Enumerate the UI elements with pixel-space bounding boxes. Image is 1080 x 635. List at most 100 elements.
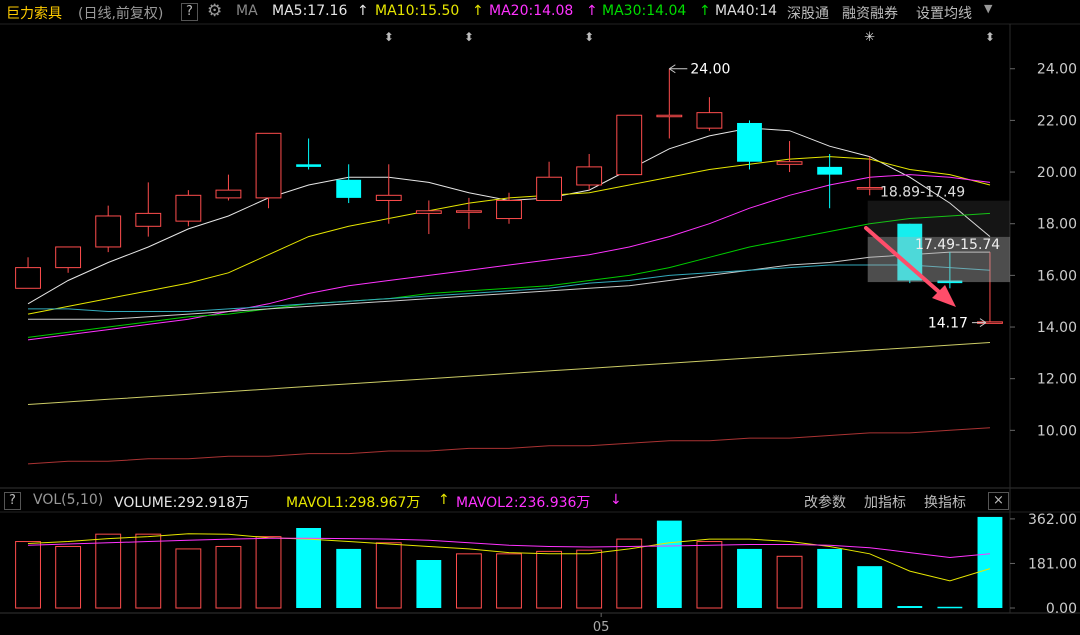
volume-bar	[536, 550, 563, 609]
volume-bar	[255, 536, 282, 609]
volume-bar	[897, 606, 923, 608]
volume-header: ? VOL(5,10) VOLUME:292.918万 MAVOL1:298.9…	[0, 490, 1080, 512]
volume-bar	[215, 545, 242, 609]
ma20-value: MA20:14.08	[489, 3, 574, 19]
vol-indicator-name[interactable]: VOL(5,10)	[33, 492, 103, 508]
event-marker-icon: ⬍	[584, 30, 594, 44]
ma-label: MA	[236, 3, 258, 19]
volume-bar	[95, 533, 122, 609]
hsgt-link[interactable]: 深股通	[787, 3, 829, 23]
candle-body	[737, 122, 762, 162]
range-upper-label: 18.89-17.49	[880, 185, 965, 201]
candle-body	[776, 161, 803, 165]
settings-ma-button[interactable]: 设置均线	[916, 3, 972, 23]
volume-bar	[455, 553, 482, 609]
range-lower-label: 17.49-15.74	[915, 237, 1000, 253]
volume-bar	[135, 533, 162, 609]
candle-body	[616, 114, 643, 176]
help-button[interactable]: ?	[181, 3, 198, 21]
add-indicator-button[interactable]: 加指标	[864, 492, 906, 512]
volume-bar	[616, 538, 643, 609]
candle-body	[856, 187, 883, 190]
event-marker-icon: ⬍	[464, 30, 474, 44]
chevron-down-icon[interactable]: ▼	[984, 2, 992, 15]
mavol1-value: MAVOL1:298.967万	[286, 495, 421, 511]
ma10-value: MA10:15.50	[375, 3, 460, 19]
edit-params-button[interactable]: 改参数	[804, 492, 846, 512]
vol-tick-label: 181.00	[1028, 556, 1077, 572]
vol-help-button[interactable]: ?	[4, 492, 21, 510]
candle-body	[817, 166, 843, 175]
event-marker-icon: ⬍	[384, 30, 394, 44]
candle-body	[696, 112, 723, 129]
volume-bar	[496, 553, 522, 609]
candle-body	[656, 114, 683, 118]
y-tick-label: 20.00	[1037, 165, 1077, 181]
close-icon[interactable]: ×	[988, 492, 1009, 510]
event-marker-icon: ✳	[864, 30, 875, 45]
y-tick-label: 12.00	[1037, 372, 1077, 388]
volume-bar	[696, 541, 723, 609]
vol-tick-label: 362.00	[1028, 512, 1077, 528]
margin-link[interactable]: 融资融券	[842, 3, 898, 23]
candle-body	[536, 176, 563, 201]
arrow-up-icon: ↑	[357, 3, 369, 19]
candle-body	[415, 210, 442, 214]
mavol2-value: MAVOL2:236.936万	[456, 495, 591, 511]
volume-bar	[937, 606, 963, 609]
volume-bar	[977, 516, 1003, 608]
candle-body	[455, 210, 482, 213]
ma30-value: MA30:14.04	[602, 3, 687, 19]
chart-stage: 24.00 22.00 20.00 18.00 16.00 14.00 12.00 10.00…	[0, 0, 1080, 635]
candle-body	[215, 189, 242, 199]
switch-indicator-button[interactable]: 换指标	[924, 492, 966, 512]
candle-body	[135, 212, 162, 227]
ma40-value: MA40:14	[715, 3, 778, 19]
y-tick-label: 16.00	[1037, 268, 1077, 284]
candle-body	[576, 166, 603, 186]
gear-icon[interactable]: ⚙	[207, 1, 222, 21]
candle-body	[55, 246, 82, 269]
y-tick-label: 22.00	[1037, 113, 1077, 129]
arrow-up-icon: ↑	[586, 3, 598, 19]
period-label: (日线,前复权)	[78, 6, 164, 22]
arrow-up-icon: ↑	[472, 3, 484, 19]
volume-value: VOLUME:292.918万	[114, 495, 250, 511]
low-price-label: 14.17	[928, 316, 968, 332]
y-tick-label: 18.00	[1037, 217, 1077, 233]
event-marker-icon: ⬍	[985, 30, 995, 44]
volume-bar	[817, 548, 843, 608]
candle-body	[496, 199, 522, 220]
candle	[175, 190, 202, 227]
candle-body	[175, 194, 202, 222]
candle-body	[255, 132, 282, 199]
y-tick-label: 14.00	[1037, 320, 1077, 336]
arrow-down-icon: ↓	[610, 492, 622, 508]
volume-bar	[737, 548, 762, 608]
vol-tick-label: 0.00	[1046, 601, 1077, 617]
high-price-label: 24.00	[690, 62, 730, 78]
arrow-up-icon: ↑	[438, 492, 450, 508]
ma5-value: MA5:17.16	[272, 3, 348, 19]
kline-chart[interactable]: 24.00 22.00 20.00 18.00 16.00 14.00 12.00 10.00…	[0, 0, 1080, 635]
candle-body	[336, 179, 362, 198]
volume-bar	[336, 548, 362, 608]
stock-name[interactable]: 巨力索具	[6, 3, 62, 23]
arrow-up-icon: ↑	[699, 3, 711, 19]
volume-bar	[15, 541, 41, 609]
range-band-upper	[867, 200, 1010, 237]
volume-bar	[55, 545, 82, 609]
candle-body	[375, 194, 402, 201]
price-header: 巨力索具 (日线,前复权) ? ⚙ MA MA5:17.16 ↑ MA10:15…	[0, 0, 1080, 24]
candle-body	[95, 215, 122, 248]
y-tick-label: 10.00	[1037, 423, 1077, 439]
volume-bar	[776, 555, 803, 609]
y-tick-label: 24.00	[1037, 62, 1077, 78]
volume-bar	[656, 520, 682, 608]
x-tick-label: 05	[593, 620, 610, 635]
candle	[616, 114, 643, 176]
volume-bar	[175, 548, 202, 609]
candle	[255, 132, 282, 209]
volume-bar	[375, 542, 402, 609]
volume-bar	[416, 560, 442, 608]
